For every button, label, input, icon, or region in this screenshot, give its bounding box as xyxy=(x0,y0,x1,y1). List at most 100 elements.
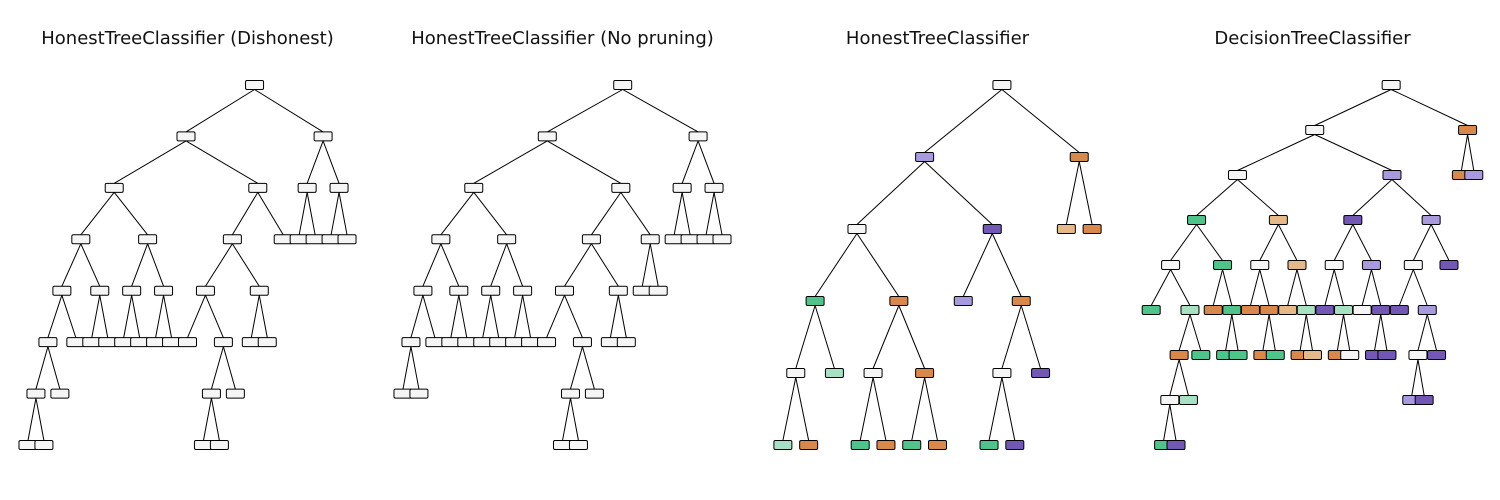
tree-node xyxy=(322,235,340,244)
tree-node xyxy=(1204,306,1222,315)
tree-node xyxy=(1266,351,1284,360)
tree-node xyxy=(179,338,197,347)
tree-node xyxy=(223,235,241,244)
tree-node xyxy=(1459,126,1477,135)
tree-node xyxy=(314,132,332,141)
tree-node xyxy=(1192,351,1210,360)
tree-node xyxy=(713,235,731,244)
tree-node xyxy=(67,338,85,347)
tree-node xyxy=(139,235,157,244)
panel-dishonest: HonestTreeClassifier (Dishonest) xyxy=(0,0,375,500)
tree-node xyxy=(1057,225,1075,234)
tree-diagram xyxy=(375,60,750,480)
tree-node xyxy=(72,235,90,244)
tree-node xyxy=(864,369,882,378)
tree-node xyxy=(147,338,165,347)
tree-node xyxy=(290,235,308,244)
panel-title: HonestTreeClassifier xyxy=(750,28,1125,49)
tree-node xyxy=(19,441,37,450)
tree-node xyxy=(123,286,141,295)
tree-node xyxy=(53,286,71,295)
tree-node xyxy=(561,389,579,398)
tree-node xyxy=(585,389,603,398)
tree-node xyxy=(1418,306,1436,315)
tree-node xyxy=(1032,369,1050,378)
tree-node xyxy=(426,338,444,347)
tree-node xyxy=(91,286,109,295)
tree-node xyxy=(689,132,707,141)
tree-node xyxy=(442,338,460,347)
tree-node xyxy=(609,286,627,295)
panel-decisiontree: DecisionTreeClassifier xyxy=(1125,0,1500,500)
tree-node xyxy=(1344,216,1362,225)
tree-node xyxy=(1383,171,1401,180)
tree-node xyxy=(1335,306,1353,315)
tree-node xyxy=(954,297,972,306)
tree-node xyxy=(1297,306,1315,315)
figure-panels: HonestTreeClassifier (Dishonest) HonestT… xyxy=(0,0,1500,500)
tree-node xyxy=(617,338,635,347)
tree-node xyxy=(177,132,195,141)
tree-node xyxy=(35,441,53,450)
tree-node xyxy=(1382,81,1400,90)
tree-node xyxy=(482,286,500,295)
tree-node xyxy=(1070,153,1088,162)
tree-node xyxy=(787,369,805,378)
tree-node xyxy=(1181,306,1199,315)
tree-node xyxy=(555,286,573,295)
tree-node xyxy=(1390,306,1408,315)
tree-node xyxy=(1304,351,1322,360)
tree-node xyxy=(538,338,556,347)
tree-node xyxy=(806,297,824,306)
tree-node xyxy=(1162,261,1180,270)
tree-node xyxy=(83,338,101,347)
tree-node xyxy=(39,338,57,347)
tree-node xyxy=(903,441,921,450)
tree-node xyxy=(1006,441,1024,450)
tree-node xyxy=(554,441,572,450)
panel-honest: HonestTreeClassifier xyxy=(750,0,1125,500)
tree-node xyxy=(800,441,818,450)
tree-node xyxy=(1083,225,1101,234)
tree-node xyxy=(51,389,69,398)
tree-node xyxy=(673,183,691,192)
tree-node xyxy=(498,235,516,244)
tree-node xyxy=(697,235,715,244)
tree-node xyxy=(1214,261,1232,270)
tree-node xyxy=(99,338,117,347)
tree-node xyxy=(877,441,895,450)
tree-node xyxy=(983,225,1001,234)
tree-node xyxy=(250,286,268,295)
tree-node xyxy=(1228,171,1246,180)
tree-node xyxy=(1428,351,1446,360)
tree-node xyxy=(1179,396,1197,405)
tree-node xyxy=(1167,441,1185,450)
tree-node xyxy=(1306,126,1324,135)
tree-node xyxy=(274,235,292,244)
tree-node xyxy=(474,338,492,347)
tree-node xyxy=(916,369,934,378)
tree-node xyxy=(1325,261,1343,270)
tree-node xyxy=(825,369,843,378)
tree-node xyxy=(1012,297,1030,306)
tree-node xyxy=(993,81,1011,90)
tree-node xyxy=(1188,216,1206,225)
tree-node xyxy=(890,297,908,306)
tree-diagram xyxy=(1125,60,1500,480)
tree-node xyxy=(258,338,276,347)
tree-node xyxy=(681,235,699,244)
tree-node xyxy=(1404,261,1422,270)
tree-node xyxy=(131,338,149,347)
tree-node xyxy=(641,235,659,244)
tree-node xyxy=(601,338,619,347)
tree-diagram xyxy=(0,60,375,480)
tree-node xyxy=(1465,171,1483,180)
tree-node xyxy=(202,389,220,398)
tree-node xyxy=(1422,216,1440,225)
tree-node xyxy=(330,183,348,192)
tree-node xyxy=(414,286,432,295)
tree-node xyxy=(246,81,264,90)
panel-nopruning: HonestTreeClassifier (No pruning) xyxy=(375,0,750,500)
tree-node xyxy=(649,286,667,295)
tree-node xyxy=(848,225,866,234)
